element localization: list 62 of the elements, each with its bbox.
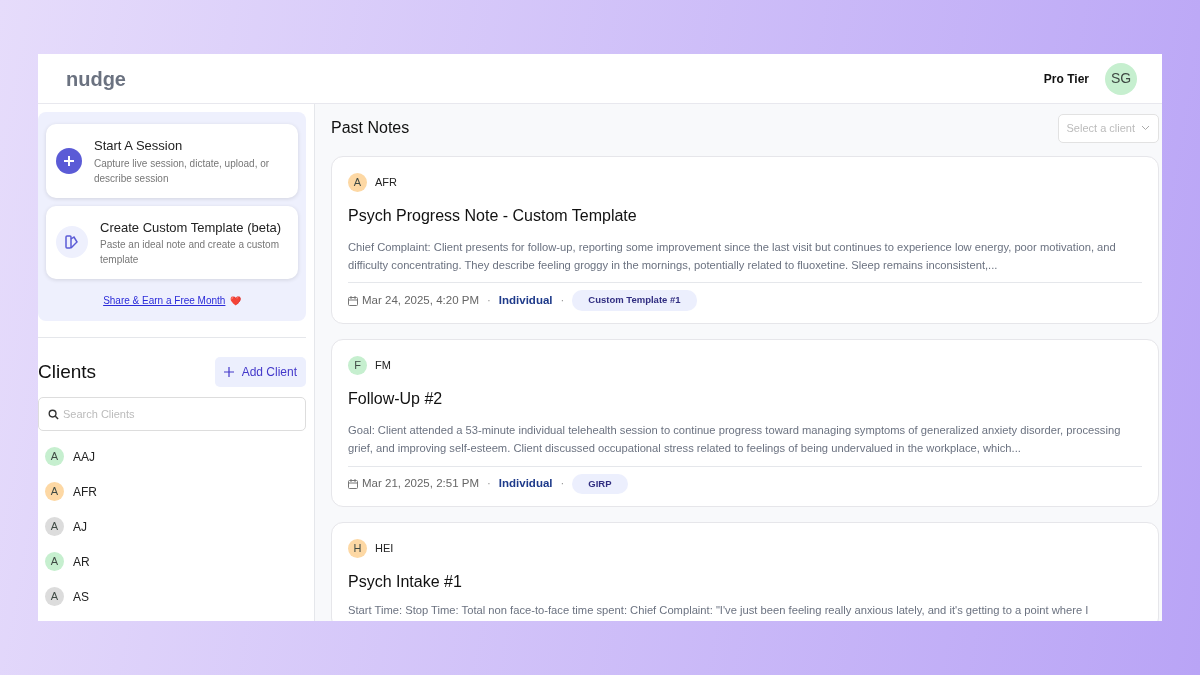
note-title: Psych Intake #1 bbox=[348, 571, 463, 592]
client-avatar: A bbox=[45, 587, 64, 606]
note-card[interactable] bbox=[331, 338, 1159, 507]
client-avatar: A bbox=[45, 517, 64, 536]
action-card[interactable]: Create Custom Template (beta) Paste an ideal note and create a custom template bbox=[46, 205, 298, 279]
separator-dot: · bbox=[560, 476, 565, 492]
client-avatar: A bbox=[45, 447, 64, 466]
palette-icon bbox=[56, 226, 88, 259]
session-type: Individual bbox=[498, 476, 553, 492]
plan-label: Pro Tier bbox=[1043, 70, 1089, 88]
client-name: AS bbox=[73, 588, 89, 606]
client-item[interactable]: A AJ bbox=[38, 509, 314, 544]
note-date: Mar 21, 2025, 2:51 PM bbox=[362, 476, 479, 492]
plus-icon bbox=[56, 147, 82, 174]
action-card[interactable]: Start A Session Capture live session, dictate, upload, or describe session bbox=[46, 124, 298, 198]
note-excerpt: Goal: Client attended a 53-minute individual telehealth session to continue progress toward managing symptoms of generalized anxiety disorder, processing grief, and improving self-esteem. Client discussed occupational stress related to feelings of being undervalued in the workplace, which... bbox=[348, 420, 1142, 467]
search-field[interactable]: Search Clients bbox=[38, 397, 306, 431]
action-title: Create Custom Template (beta) bbox=[100, 218, 283, 237]
plus-icon bbox=[223, 367, 234, 377]
client-item[interactable]: A AAJ bbox=[38, 439, 314, 474]
client-item[interactable]: A AR bbox=[38, 544, 314, 579]
user-avatar[interactable]: SG bbox=[1105, 62, 1137, 95]
section-title: Clients bbox=[38, 359, 97, 384]
client-avatar: A bbox=[45, 482, 64, 501]
session-type: Individual bbox=[498, 292, 553, 308]
action-description: Capture live session, dictate, upload, or describe session bbox=[94, 156, 271, 186]
logo: nudge bbox=[66, 66, 126, 92]
add-client-button[interactable]: Add Client bbox=[214, 357, 306, 387]
client-item[interactable]: A AS bbox=[38, 579, 314, 614]
client-name: AR bbox=[73, 553, 90, 571]
template-tag: Custom Template #1 bbox=[572, 290, 697, 311]
note-title: Psych Progress Note - Custom Template bbox=[348, 205, 638, 226]
client-name: AFR bbox=[375, 174, 397, 190]
action-description: Paste an ideal note and create a custom template bbox=[100, 238, 280, 267]
client-avatar: A bbox=[348, 172, 367, 192]
page-title: Past Notes bbox=[331, 118, 410, 139]
template-tag: GIRP bbox=[572, 473, 628, 494]
separator-dot: · bbox=[487, 476, 491, 492]
heart-emoji: ❤ bbox=[229, 296, 241, 306]
chevron-icon bbox=[1141, 125, 1150, 132]
calendar-icon bbox=[348, 478, 358, 489]
note-title: Follow-Up #2 bbox=[348, 388, 444, 409]
share-link[interactable]: Share & Earn a Free Month bbox=[103, 295, 226, 306]
calendar-icon bbox=[348, 295, 358, 306]
client-avatar: A bbox=[45, 552, 64, 571]
client-avatar: H bbox=[348, 538, 367, 558]
separator-dot: · bbox=[487, 292, 491, 308]
select-placeholder: Select a client bbox=[1066, 121, 1135, 136]
client-name: AJ bbox=[73, 518, 87, 536]
client-avatar: F bbox=[348, 355, 367, 375]
client-name: FM bbox=[375, 357, 391, 373]
note-card[interactable] bbox=[331, 155, 1159, 324]
note-excerpt: Chief Complaint: Client presents for follow-up, reporting some improvement since the last visit but continues to experience low energy, poor motivation, and difficulty concentrating. They describe feeling groggy in the mornings, potentially related to fluoxetine. Sleep remains inconsistent,... bbox=[348, 237, 1142, 284]
note-card[interactable]: H HEI Psych Intake #1 Start Time: Stop Time: Total non face-to-face time spent: Chief Complaint: "I've just been feeling really anxious lately, and it's getting to a point where I bbox=[331, 521, 1159, 621]
action-title: Start A Session bbox=[94, 137, 184, 155]
client-name: HEI bbox=[375, 541, 394, 557]
client-name: AAJ bbox=[73, 448, 95, 466]
client-name: AFR bbox=[73, 483, 97, 501]
client-item[interactable]: A AFR bbox=[38, 474, 314, 509]
note-excerpt: Start Time: Stop Time: Total non face-to-face time spent: Chief Complaint: "I've just been feeling really anxious lately, and it's getting to a point where I bbox=[348, 603, 1090, 618]
separator-dot: · bbox=[560, 292, 565, 308]
note-date: Mar 24, 2025, 4:20 PM bbox=[362, 292, 479, 308]
